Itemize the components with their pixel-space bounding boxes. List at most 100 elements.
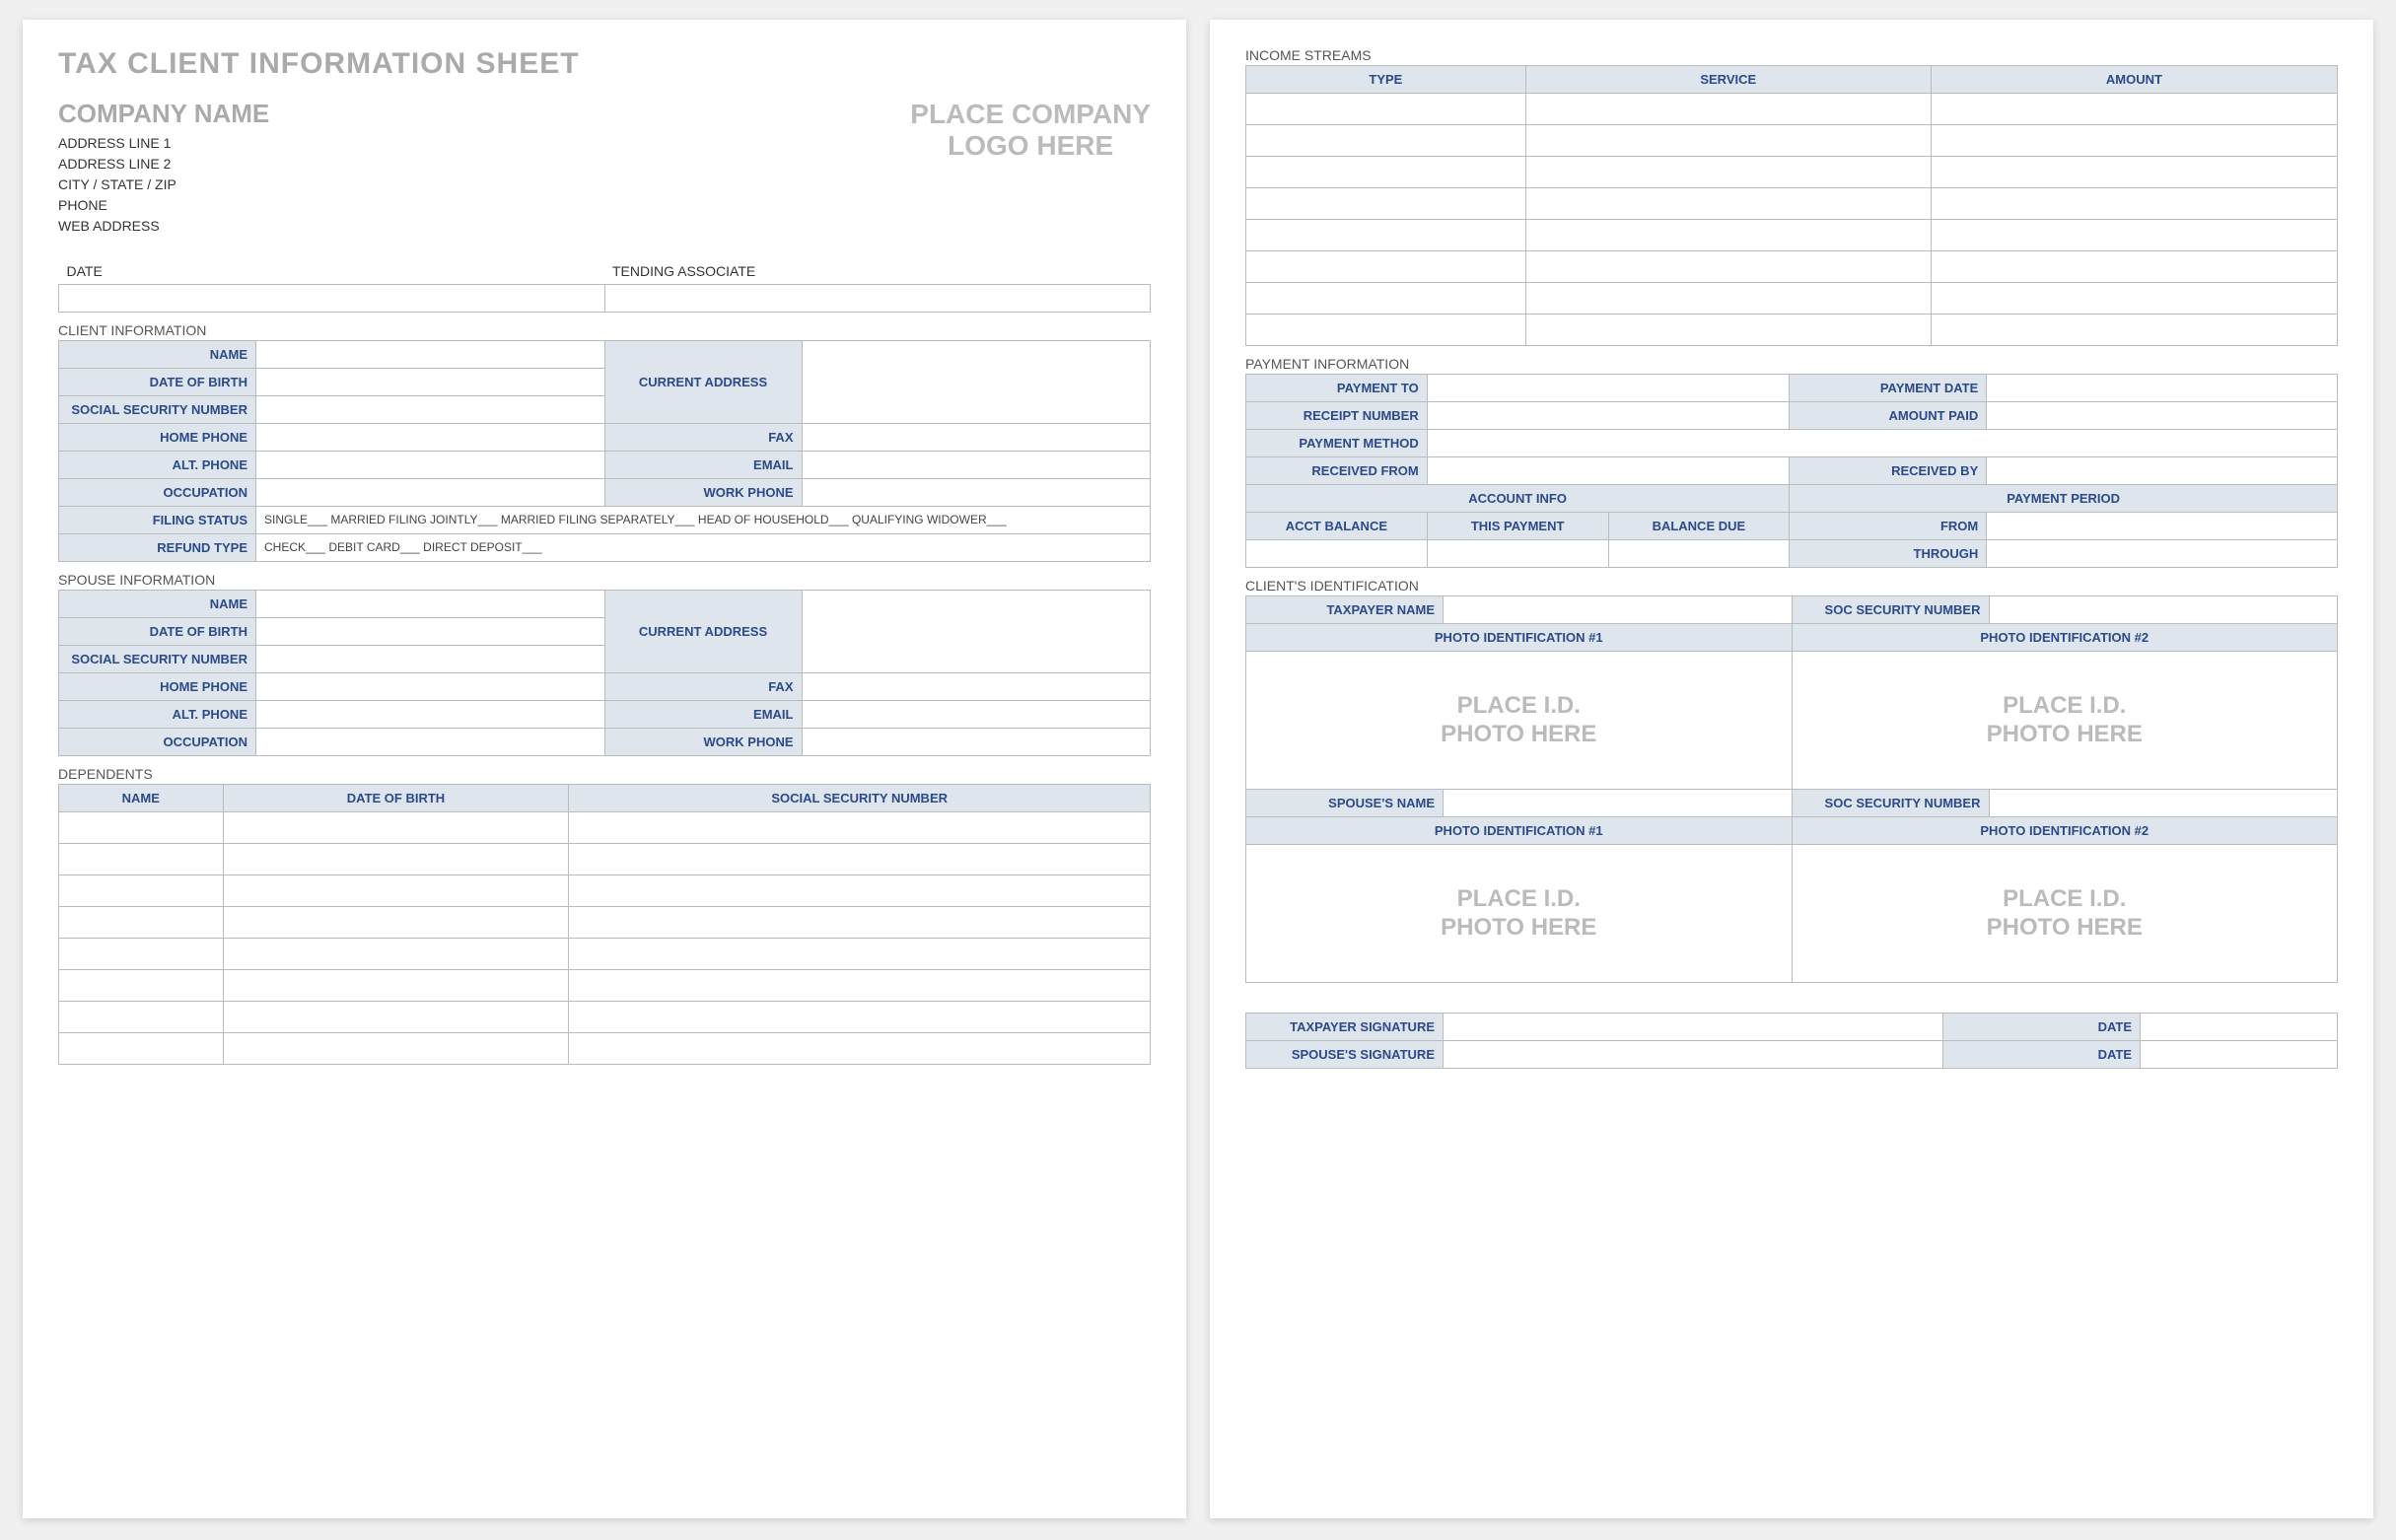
dep-row[interactable] xyxy=(59,843,224,875)
lbl-sp-photo2: PHOTO IDENTIFICATION #2 xyxy=(1792,817,2338,845)
lbl-sp-fax: FAX xyxy=(604,672,802,700)
field-ssn[interactable] xyxy=(256,395,605,423)
field-dob[interactable] xyxy=(256,368,605,395)
field-sp-ssn-id[interactable] xyxy=(1989,790,2338,817)
lbl-receipt-number: RECEIPT NUMBER xyxy=(1246,402,1428,430)
income-row[interactable] xyxy=(1246,157,1526,188)
field-sp-ssn[interactable] xyxy=(256,645,605,672)
dep-hdr-ssn: SOCIAL SECURITY NUMBER xyxy=(569,784,1151,811)
company-block: COMPANY NAME ADDRESS LINE 1 ADDRESS LINE… xyxy=(58,99,910,237)
field-payment-to[interactable] xyxy=(1427,375,1790,402)
payment-title: PAYMENT INFORMATION xyxy=(1245,356,2338,372)
income-row[interactable] xyxy=(1246,94,1526,125)
field-sp-name[interactable] xyxy=(256,590,605,617)
field-this-payment[interactable] xyxy=(1427,540,1608,568)
field-spouse-name-id[interactable] xyxy=(1444,790,1793,817)
lbl-sp-ssn-id: SOC SECURITY NUMBER xyxy=(1792,790,1989,817)
field-received-from[interactable] xyxy=(1427,457,1790,485)
field-sp-work-phone[interactable] xyxy=(802,728,1151,755)
sp-photo1-placeholder[interactable]: PLACE I.D. PHOTO HERE xyxy=(1246,845,1793,983)
income-row[interactable] xyxy=(1246,315,1526,346)
lbl-sp-name: NAME xyxy=(59,590,256,617)
lbl-sp-occupation: OCCUPATION xyxy=(59,728,256,755)
field-tp-ssn[interactable] xyxy=(1989,596,2338,624)
tp-photo1-placeholder[interactable]: PLACE I.D. PHOTO HERE xyxy=(1246,652,1793,790)
field-name[interactable] xyxy=(256,340,605,368)
field-sp-occupation[interactable] xyxy=(256,728,605,755)
tending-field[interactable] xyxy=(604,284,1151,312)
field-from[interactable] xyxy=(1987,513,2338,540)
lbl-ssn: SOCIAL SECURITY NUMBER xyxy=(59,395,256,423)
income-row[interactable] xyxy=(1246,251,1526,283)
client-info-title: CLIENT INFORMATION xyxy=(58,322,1151,338)
dep-row[interactable] xyxy=(59,969,224,1001)
dep-hdr-dob: DATE OF BIRTH xyxy=(223,784,569,811)
lbl-tp-photo1: PHOTO IDENTIFICATION #1 xyxy=(1246,624,1793,652)
lbl-payment-date: PAYMENT DATE xyxy=(1790,375,1987,402)
lbl-through: THROUGH xyxy=(1790,540,1987,568)
field-acct-balance[interactable] xyxy=(1246,540,1428,568)
dep-row[interactable] xyxy=(59,811,224,843)
field-current-address[interactable] xyxy=(802,340,1151,423)
field-work-phone[interactable] xyxy=(802,478,1151,506)
lbl-work-phone: WORK PHONE xyxy=(604,478,802,506)
field-balance-due[interactable] xyxy=(1608,540,1790,568)
dep-row[interactable] xyxy=(59,906,224,938)
dep-row[interactable] xyxy=(59,1032,224,1064)
field-sp-alt-phone[interactable] xyxy=(256,700,605,728)
field-alt-phone[interactable] xyxy=(256,451,605,478)
field-taxpayer-sig[interactable] xyxy=(1444,1014,1943,1041)
income-row[interactable] xyxy=(1246,125,1526,157)
refund-type-options[interactable]: CHECK___ DEBIT CARD___ DIRECT DEPOSIT___ xyxy=(256,533,1151,561)
field-sp-current-address[interactable] xyxy=(802,590,1151,672)
spouse-info-table: NAME CURRENT ADDRESS DATE OF BIRTH SOCIA… xyxy=(58,590,1151,756)
lbl-sp-ssn: SOCIAL SECURITY NUMBER xyxy=(59,645,256,672)
field-fax[interactable] xyxy=(802,423,1151,451)
field-receipt-number[interactable] xyxy=(1427,402,1790,430)
lbl-tp-ssn: SOC SECURITY NUMBER xyxy=(1792,596,1989,624)
filing-status-options[interactable]: SINGLE___ MARRIED FILING JOINTLY___ MARR… xyxy=(256,506,1151,533)
lbl-tp-photo2: PHOTO IDENTIFICATION #2 xyxy=(1792,624,2338,652)
field-taxpayer-name[interactable] xyxy=(1444,596,1793,624)
lbl-amount-paid: AMOUNT PAID xyxy=(1790,402,1987,430)
spouse-info-title: SPOUSE INFORMATION xyxy=(58,572,1151,588)
field-email[interactable] xyxy=(802,451,1151,478)
client-id-table: TAXPAYER NAME SOC SECURITY NUMBER PHOTO … xyxy=(1245,595,2338,983)
tp-photo2-placeholder[interactable]: PLACE I.D. PHOTO HERE xyxy=(1792,652,2338,790)
income-row[interactable] xyxy=(1246,283,1526,315)
lbl-this-payment: THIS PAYMENT xyxy=(1427,513,1608,540)
date-field[interactable] xyxy=(59,284,605,312)
address-line-2: ADDRESS LINE 2 xyxy=(58,154,910,175)
field-sp-sig-date[interactable] xyxy=(2141,1041,2338,1069)
dep-row[interactable] xyxy=(59,938,224,969)
lbl-taxpayer-name: TAXPAYER NAME xyxy=(1246,596,1444,624)
lbl-occupation: OCCUPATION xyxy=(59,478,256,506)
field-occupation[interactable] xyxy=(256,478,605,506)
sp-photo2-placeholder[interactable]: PLACE I.D. PHOTO HERE xyxy=(1792,845,2338,983)
field-amount-paid[interactable] xyxy=(1987,402,2338,430)
field-tp-sig-date[interactable] xyxy=(2141,1014,2338,1041)
field-sp-dob[interactable] xyxy=(256,617,605,645)
dep-row[interactable] xyxy=(59,875,224,906)
field-sp-email[interactable] xyxy=(802,700,1151,728)
field-spouse-sig[interactable] xyxy=(1444,1041,1943,1069)
field-sp-fax[interactable] xyxy=(802,672,1151,700)
lbl-payment-method: PAYMENT METHOD xyxy=(1246,430,1428,457)
field-sp-home-phone[interactable] xyxy=(256,672,605,700)
income-row[interactable] xyxy=(1246,220,1526,251)
lbl-current-address: CURRENT ADDRESS xyxy=(604,340,802,423)
lbl-sp-home-phone: HOME PHONE xyxy=(59,672,256,700)
field-home-phone[interactable] xyxy=(256,423,605,451)
lbl-sp-email: EMAIL xyxy=(604,700,802,728)
field-payment-date[interactable] xyxy=(1987,375,2338,402)
field-received-by[interactable] xyxy=(1987,457,2338,485)
date-label: DATE xyxy=(59,256,605,284)
income-row[interactable] xyxy=(1246,188,1526,220)
dep-row[interactable] xyxy=(59,1001,224,1032)
field-payment-method[interactable] xyxy=(1427,430,2337,457)
field-through[interactable] xyxy=(1987,540,2338,568)
logo-placeholder: PLACE COMPANY LOGO HERE xyxy=(910,99,1151,237)
lbl-sp-alt-phone: ALT. PHONE xyxy=(59,700,256,728)
lbl-email: EMAIL xyxy=(604,451,802,478)
payment-table: PAYMENT TO PAYMENT DATE RECEIPT NUMBER A… xyxy=(1245,374,2338,568)
